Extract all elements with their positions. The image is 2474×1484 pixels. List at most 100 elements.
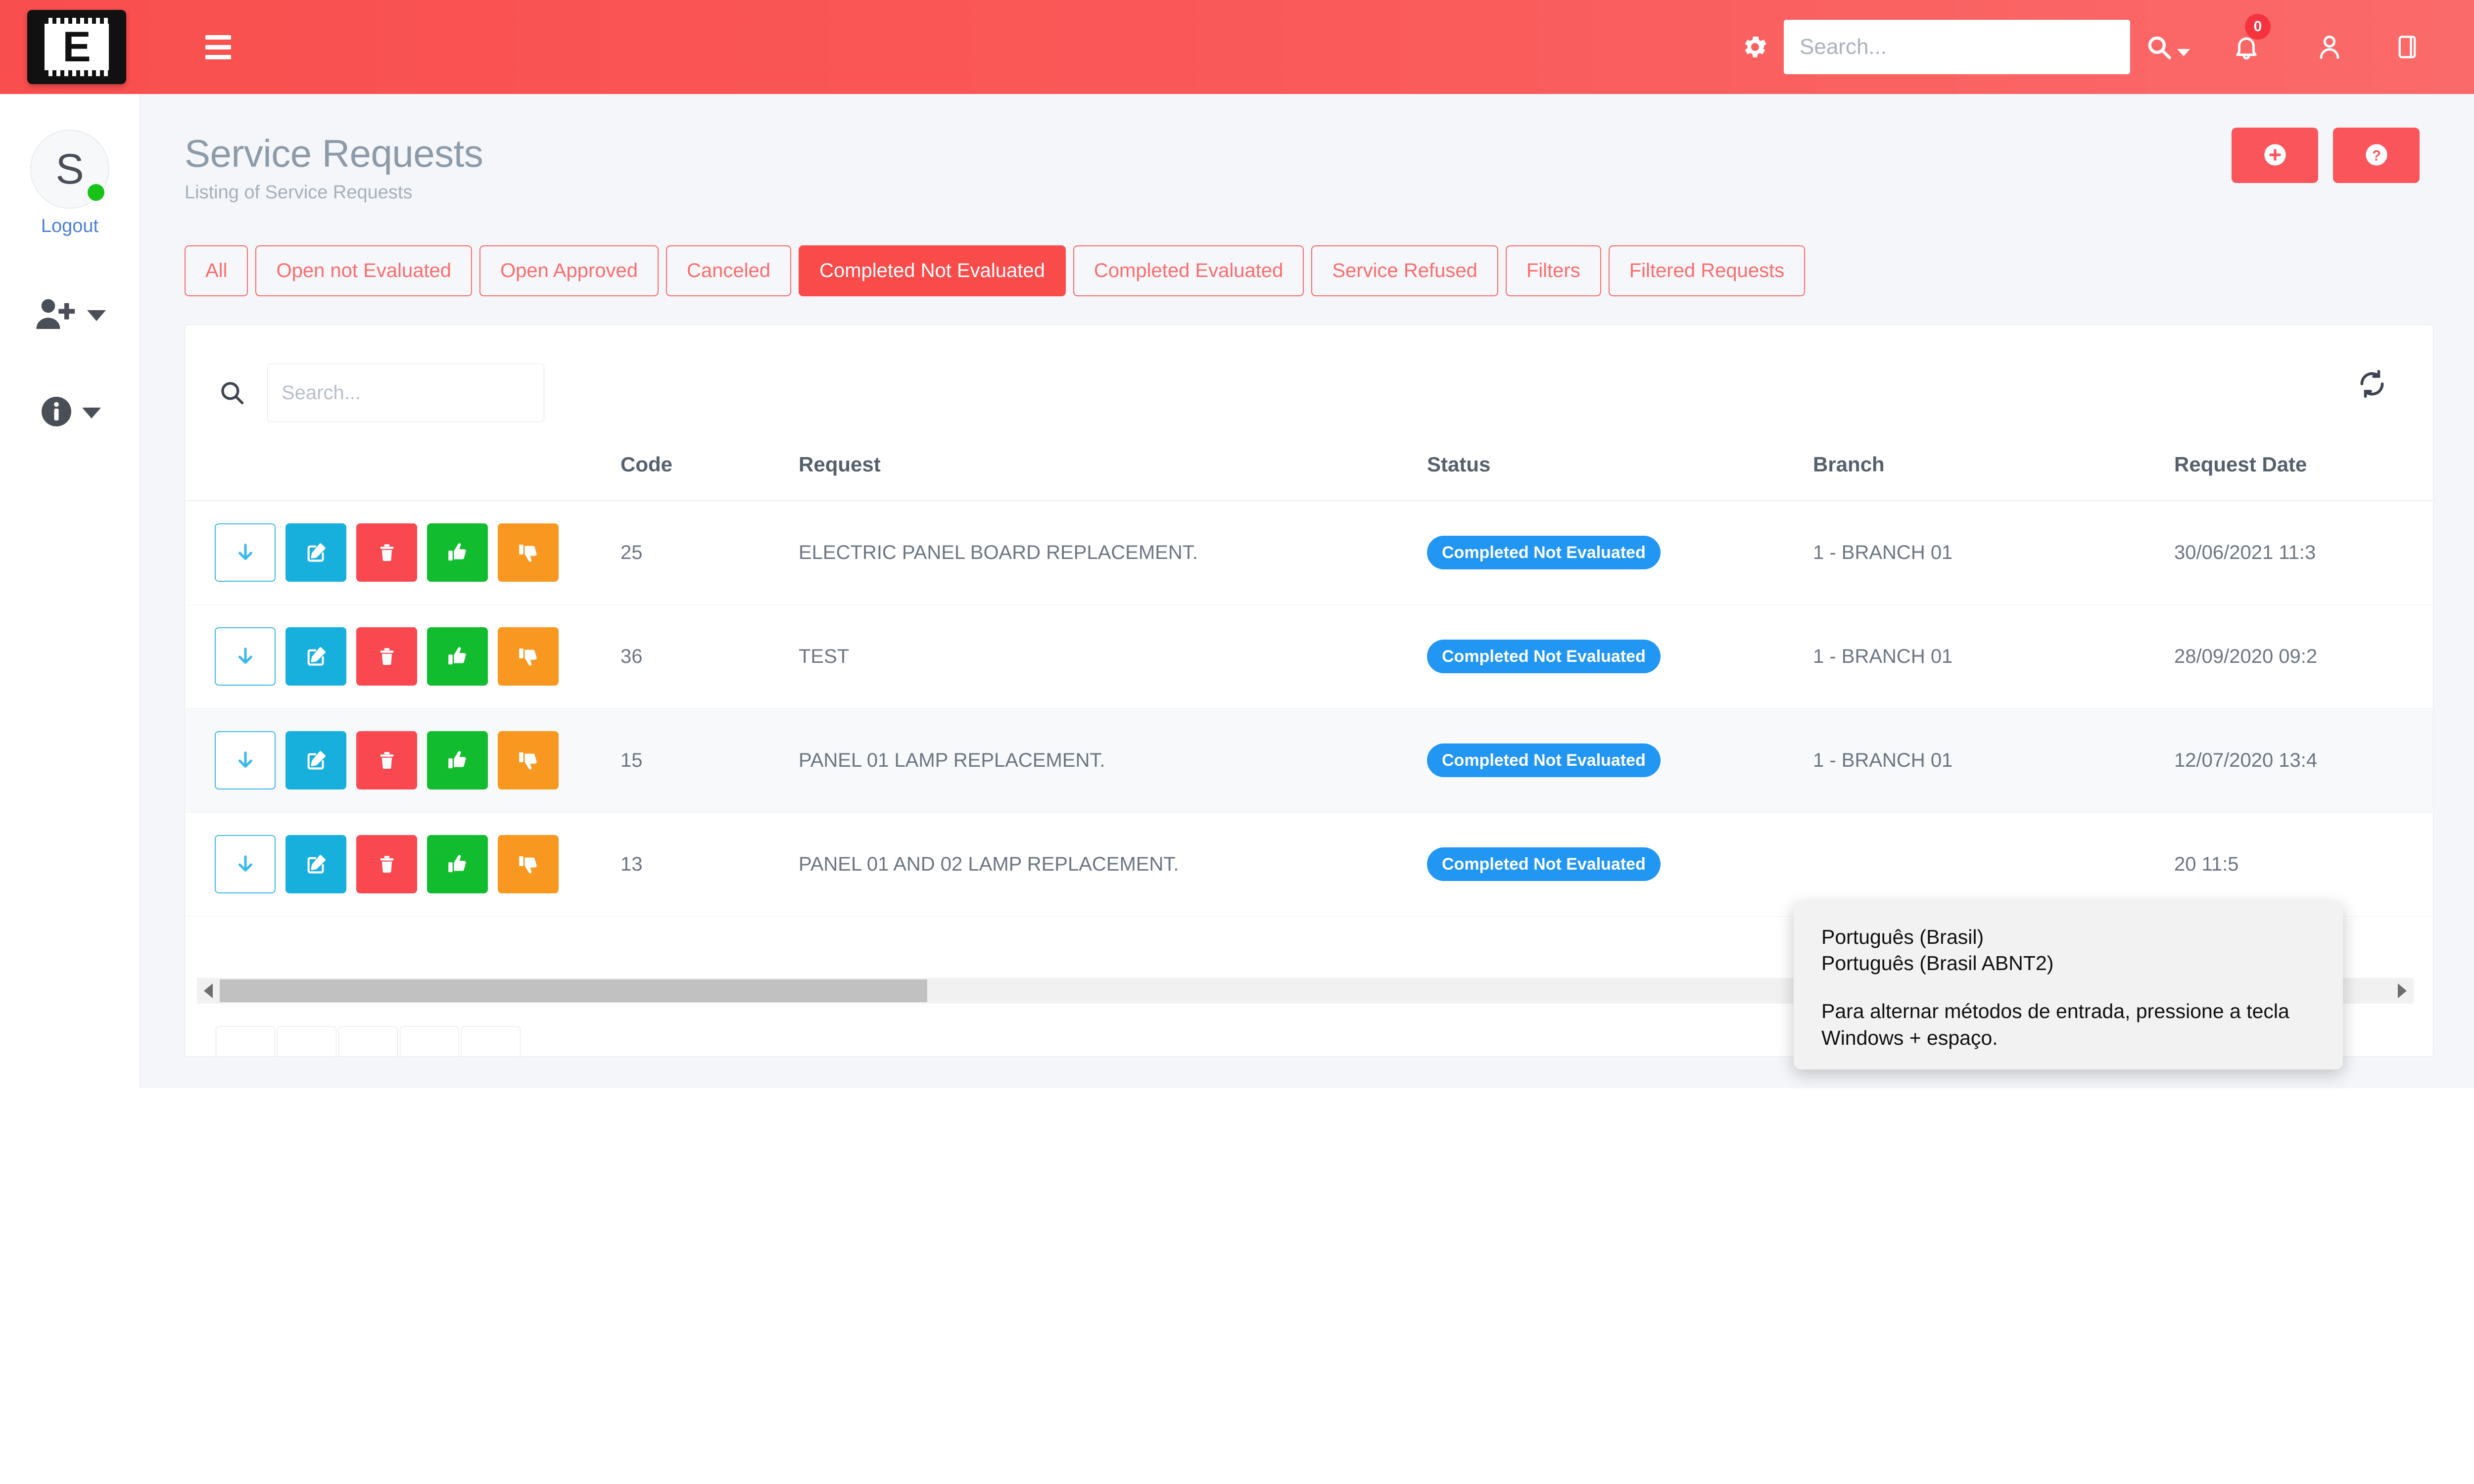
row-action-group (215, 835, 620, 893)
row-action-group (215, 627, 620, 686)
tab-open-approved[interactable]: Open Approved (479, 245, 659, 296)
hamburger-icon[interactable] (205, 35, 231, 59)
bell-icon[interactable]: 0 (2204, 14, 2288, 62)
ime-option-pt-br-abnt2[interactable]: Português (Brasil ABNT2) (1821, 950, 2315, 976)
status-badge: Completed Not Evaluated (1427, 847, 1661, 881)
header-search-input[interactable] (1784, 20, 2130, 74)
tab-filtered-requests[interactable]: Filtered Requests (1608, 245, 1806, 296)
edit-icon[interactable] (285, 835, 346, 893)
thumbs-down-icon[interactable] (498, 627, 559, 686)
hamburger-bar (205, 54, 231, 59)
pagination-button[interactable] (338, 1026, 398, 1056)
ime-option-pt-br[interactable]: Português (Brasil) (1821, 924, 2315, 950)
row-actions-cell (185, 604, 620, 709)
cell-status: Completed Not Evaluated (1427, 708, 1813, 813)
help-button[interactable]: ? (2333, 128, 2420, 183)
application-window: E 0 (0, 0, 2474, 1088)
gear-icon[interactable] (1735, 32, 1775, 62)
download-icon[interactable] (215, 835, 276, 893)
col-actions (185, 453, 620, 501)
table-row[interactable]: 36 TEST Completed Not Evaluated 1 - BRAN… (185, 604, 2433, 709)
table-search-input[interactable] (267, 364, 544, 422)
cell-branch (1813, 812, 2174, 917)
trash-icon[interactable] (356, 523, 417, 582)
trash-icon[interactable] (356, 835, 417, 893)
avatar[interactable]: S (30, 130, 109, 209)
table-toolbar (185, 325, 2433, 422)
top-bar-actions: 0 (1735, 14, 2474, 74)
ime-hint-text: Para alternar métodos de entrada, pressi… (1821, 999, 2289, 1049)
user-add-icon (34, 296, 79, 334)
thumbs-down-icon[interactable] (498, 835, 559, 893)
col-request[interactable]: Request (799, 453, 1427, 501)
scroll-left-arrow[interactable] (197, 983, 220, 998)
thumbs-up-icon[interactable] (427, 731, 488, 789)
col-branch[interactable]: Branch (1813, 453, 2174, 501)
requests-table: Code Request Status Branch Request Date (185, 453, 2433, 917)
cell-branch: 1 - BRANCH 01 (1813, 708, 2174, 813)
thumbs-up-icon[interactable] (427, 835, 488, 893)
refresh-icon[interactable] (2357, 369, 2387, 402)
pagination-button[interactable] (400, 1026, 459, 1056)
trash-icon[interactable] (356, 627, 417, 686)
pagination-button[interactable] (277, 1026, 336, 1056)
cell-code: 36 (620, 604, 799, 709)
chevron-down-icon (87, 310, 106, 321)
trash-icon[interactable] (356, 731, 417, 789)
search-icon (216, 378, 248, 407)
pagination-button[interactable] (461, 1026, 521, 1056)
edit-icon[interactable] (285, 627, 346, 686)
col-code[interactable]: Code (620, 453, 799, 501)
col-request-date[interactable]: Request Date (2174, 453, 2433, 501)
download-icon[interactable] (215, 627, 276, 686)
cell-request: TEST (799, 604, 1427, 709)
ime-language-popup[interactable]: Português (Brasil) Português (Brasil ABN… (1794, 901, 2343, 1069)
row-actions-cell (185, 501, 620, 605)
cell-code: 13 (620, 812, 799, 917)
app-logo[interactable]: E (27, 10, 126, 84)
edit-icon[interactable] (285, 523, 346, 582)
download-icon[interactable] (215, 523, 276, 582)
table-row[interactable]: 25 ELECTRIC PANEL BOARD REPLACEMENT. Com… (185, 501, 2433, 605)
pagination-button[interactable] (216, 1026, 275, 1056)
hamburger-bar (205, 35, 231, 40)
ime-spacer (1821, 977, 2315, 998)
thumbs-up-icon[interactable] (427, 627, 488, 686)
tab-open-not-evaluated[interactable]: Open not Evaluated (255, 245, 473, 296)
col-status[interactable]: Status (1427, 453, 1813, 501)
table-row[interactable]: 15 PANEL 01 LAMP REPLACEMENT. Completed … (185, 708, 2433, 813)
cell-branch: 1 - BRANCH 01 (1813, 501, 2174, 605)
page-subtitle: Listing of Service Requests (185, 182, 413, 203)
page-header-actions: ? (2232, 128, 2420, 183)
top-navigation-bar: E 0 (0, 0, 2474, 94)
tab-service-refused[interactable]: Service Refused (1311, 245, 1498, 296)
cell-date: 20 11:5 (2174, 812, 2433, 917)
thumbs-up-icon[interactable] (427, 523, 488, 582)
tab-filters[interactable]: Filters (1505, 245, 1601, 296)
tab-all[interactable]: All (185, 245, 248, 296)
search-dropdown-icon[interactable] (2130, 33, 2204, 61)
scroll-right-arrow[interactable] (2391, 983, 2414, 998)
tab-completed-evaluated[interactable]: Completed Evaluated (1073, 245, 1304, 296)
row-actions-cell (185, 708, 620, 813)
scrollbar-thumb[interactable] (220, 979, 927, 1002)
sidebar-item-info[interactable] (39, 394, 101, 432)
edit-icon[interactable] (285, 731, 346, 789)
logout-link[interactable]: Logout (41, 216, 98, 237)
tab-completed-not-evaluated[interactable]: Completed Not Evaluated (799, 245, 1066, 296)
add-request-button[interactable] (2232, 128, 2318, 183)
page-header: Service Requests Listing of Service Requ… (140, 94, 2474, 203)
table-head: Code Request Status Branch Request Date (185, 453, 2433, 501)
download-icon[interactable] (215, 731, 276, 789)
thumbs-down-icon[interactable] (498, 731, 559, 789)
status-badge: Completed Not Evaluated (1427, 640, 1661, 673)
table-row[interactable]: 13 PANEL 01 AND 02 LAMP REPLACEMENT. Com… (185, 812, 2433, 917)
thumbs-down-icon[interactable] (498, 523, 559, 582)
tab-canceled[interactable]: Canceled (666, 245, 792, 296)
sidebar-item-add-user[interactable] (34, 296, 106, 334)
user-icon[interactable] (2288, 32, 2370, 62)
row-action-group (215, 523, 620, 582)
cell-date: 12/07/2020 13:4 (2174, 708, 2433, 813)
panel-toggle-icon[interactable] (2370, 32, 2444, 62)
status-badge: Completed Not Evaluated (1427, 743, 1661, 777)
